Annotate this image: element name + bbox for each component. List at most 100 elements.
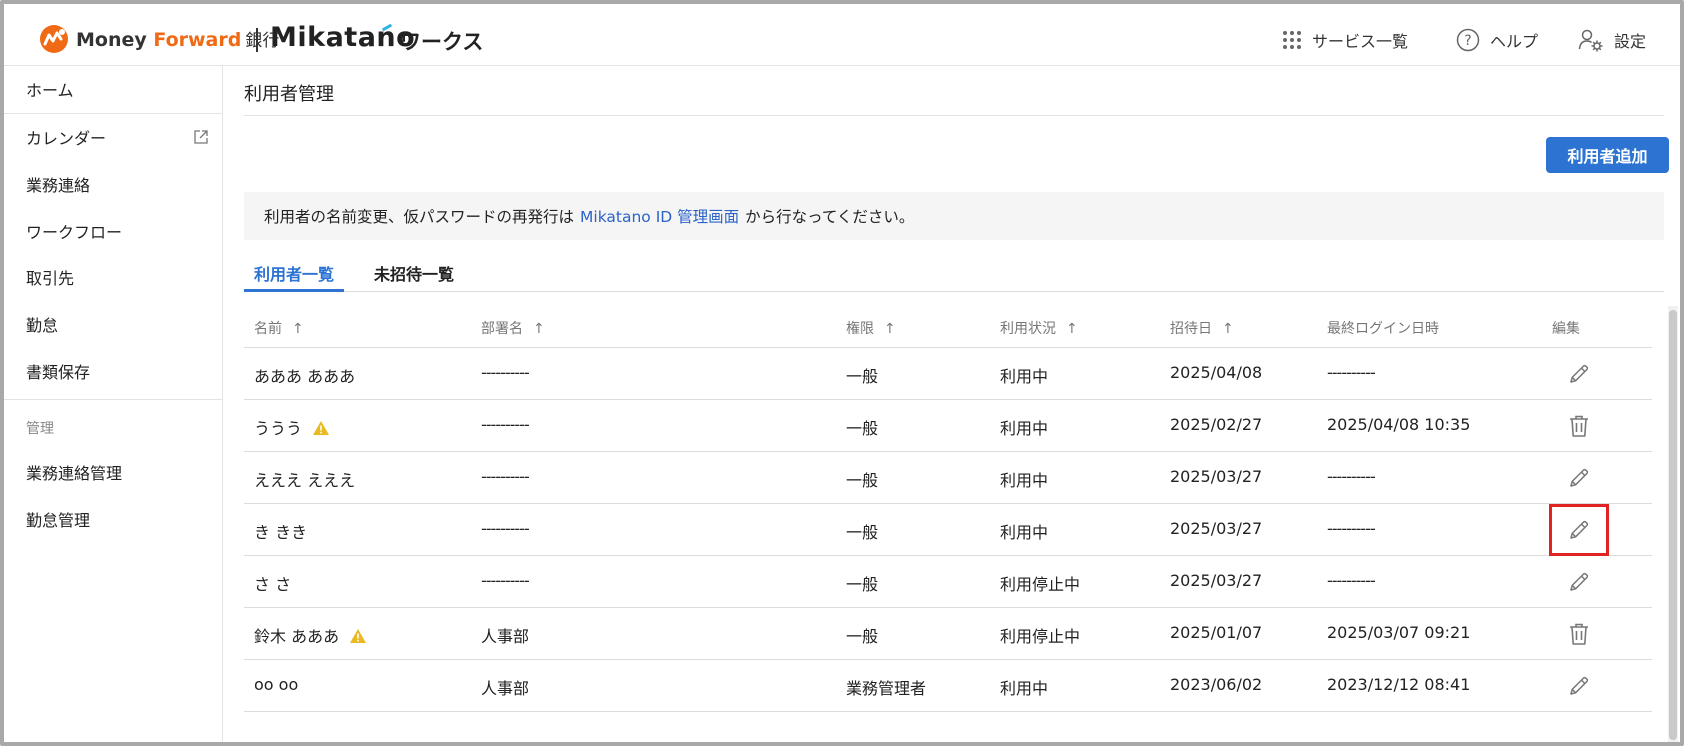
scrollbar-thumb[interactable] bbox=[1669, 310, 1677, 740]
cell-role: 業務管理者 bbox=[846, 675, 926, 699]
table-scrollbar[interactable] bbox=[1668, 306, 1678, 742]
cell-text: ---------- bbox=[481, 415, 530, 434]
cell-department: ---------- bbox=[481, 519, 530, 538]
tab-uninvited-list[interactable]: 未招待一覧 bbox=[364, 257, 464, 292]
table-row: ううう ---------- 一般 利用中 2025/02/27 2025/04/08 1… bbox=[244, 400, 1652, 452]
cell-name: き きき bbox=[254, 519, 307, 543]
add-user-button[interactable]: 利用者追加 bbox=[1546, 137, 1669, 173]
cell-text: 一般 bbox=[846, 471, 879, 490]
edit-user-button[interactable] bbox=[1549, 504, 1609, 556]
cell-last-login: ---------- bbox=[1327, 467, 1376, 486]
brand-mikatano: Mikatano bbox=[270, 22, 416, 53]
cell-text: 2025/02/27 bbox=[1170, 415, 1263, 434]
page-title: 利用者管理 bbox=[244, 84, 334, 105]
brand-separator bbox=[256, 28, 258, 52]
warning-triangle-icon bbox=[313, 421, 330, 435]
column-header-invited[interactable]: 招待日 ↑ bbox=[1170, 318, 1234, 338]
pencil-icon bbox=[1570, 676, 1589, 695]
cell-role: 一般 bbox=[846, 519, 878, 543]
cell-text: えええ えええ bbox=[254, 471, 356, 490]
title-divider bbox=[244, 115, 1664, 116]
edit-user-button[interactable] bbox=[1549, 660, 1609, 712]
sidebar-item-calendar[interactable]: カレンダー bbox=[4, 114, 223, 160]
cell-last-login: 2025/04/08 10:35 bbox=[1327, 415, 1470, 434]
cell-invited: 2025/04/08 bbox=[1170, 363, 1262, 382]
brand-name: Money Forward 銀行 bbox=[76, 26, 279, 51]
column-header-label: 部署名 bbox=[481, 321, 523, 337]
cell-last-login: ---------- bbox=[1327, 571, 1376, 590]
cell-invited: 2025/02/27 bbox=[1170, 415, 1262, 434]
column-header-label: 招待日 bbox=[1170, 321, 1212, 337]
column-header-department[interactable]: 部署名 ↑ bbox=[481, 318, 545, 338]
help-label: ヘルプ bbox=[1490, 32, 1539, 51]
sidebar-item-clients[interactable]: 取引先 bbox=[4, 254, 223, 300]
edit-user-button[interactable] bbox=[1549, 348, 1609, 400]
sidebar-item-business-notice-admin[interactable]: 業務連絡管理 bbox=[4, 449, 223, 495]
cell-text: ううう bbox=[254, 419, 303, 438]
cell-name: さ さ bbox=[254, 571, 291, 595]
grid-dots-icon bbox=[1283, 31, 1301, 49]
cell-text: 2023/06/02 bbox=[1170, 675, 1263, 694]
cell-department: ---------- bbox=[481, 415, 530, 434]
cell-invited: 2023/06/02 bbox=[1170, 675, 1262, 694]
svg-text:?: ? bbox=[1464, 33, 1471, 49]
sidebar-item-attendance-admin[interactable]: 勤怠管理 bbox=[4, 496, 223, 542]
sidebar-item-home[interactable]: ホーム bbox=[4, 66, 223, 112]
cell-status: 利用中 bbox=[1000, 519, 1048, 543]
top-header: Money Forward 銀行 Mikatano ワークス サービス一覧 ? ヘ… bbox=[4, 4, 1680, 66]
pencil-icon bbox=[1570, 364, 1589, 383]
info-notice: 利用者の名前変更、仮パスワードの再発行は Mikatano ID 管理画面 から… bbox=[244, 192, 1664, 240]
cell-name: 鈴木 あああ bbox=[254, 623, 367, 647]
cell-text: 利用中 bbox=[1000, 419, 1049, 438]
cell-text: き きき bbox=[254, 523, 308, 542]
cell-department: ---------- bbox=[481, 467, 530, 486]
column-header-name[interactable]: 名前 ↑ bbox=[254, 318, 304, 338]
delete-user-button[interactable] bbox=[1549, 400, 1609, 452]
cell-name: あああ あああ bbox=[254, 363, 355, 387]
trash-icon bbox=[1570, 623, 1588, 645]
cell-text: 利用中 bbox=[1000, 367, 1049, 386]
edit-user-button[interactable] bbox=[1549, 556, 1609, 608]
cell-department: 人事部 bbox=[481, 623, 529, 647]
cell-department: ---------- bbox=[481, 363, 530, 382]
user-tabs: 利用者一覧 未招待一覧 bbox=[244, 257, 1664, 292]
pencil-icon bbox=[1570, 572, 1589, 591]
cell-text: 利用停止中 bbox=[1000, 627, 1081, 646]
services-menu[interactable]: サービス一覧 bbox=[1282, 26, 1408, 54]
sidebar-item-business-notice[interactable]: 業務連絡 bbox=[4, 161, 223, 207]
cell-role: 一般 bbox=[846, 467, 878, 491]
column-header-role[interactable]: 権限 ↑ bbox=[846, 318, 896, 338]
cell-status: 利用中 bbox=[1000, 363, 1048, 387]
cell-text: 利用中 bbox=[1000, 471, 1049, 490]
tab-user-list[interactable]: 利用者一覧 bbox=[244, 257, 345, 292]
mikatano-id-link[interactable]: Mikatano ID 管理画面 bbox=[580, 205, 739, 227]
sort-arrow-icon: ↑ bbox=[292, 321, 304, 337]
cell-text: 2025/03/27 bbox=[1170, 467, 1263, 486]
cell-name: ううう bbox=[254, 415, 330, 439]
question-circle-icon: ? bbox=[1456, 28, 1480, 52]
sidebar-item-label: ホーム bbox=[26, 81, 74, 100]
cell-invited: 2025/03/27 bbox=[1170, 519, 1262, 538]
cell-status: 利用中 bbox=[1000, 415, 1048, 439]
sidebar-item-label: 勤怠管理 bbox=[26, 511, 91, 530]
cell-text: ---------- bbox=[1327, 467, 1376, 486]
cell-text: ---------- bbox=[481, 363, 530, 382]
edit-user-button[interactable] bbox=[1549, 452, 1609, 504]
sidebar-item-documents[interactable]: 書類保存 bbox=[4, 348, 223, 394]
cell-text: 業務管理者 bbox=[846, 679, 927, 698]
column-header-label: 利用状況 bbox=[1000, 321, 1056, 337]
cell-invited: 2025/01/07 bbox=[1170, 623, 1262, 642]
cell-status: 利用停止中 bbox=[1000, 571, 1080, 595]
cell-text: ---------- bbox=[481, 571, 530, 590]
column-header-label: 権限 bbox=[846, 321, 874, 337]
delete-user-button[interactable] bbox=[1549, 608, 1609, 660]
settings-menu[interactable]: 設定 bbox=[1578, 26, 1646, 54]
sidebar-item-attendance[interactable]: 勤怠 bbox=[4, 301, 223, 347]
warning-triangle-icon bbox=[350, 629, 367, 643]
cell-text: ---------- bbox=[481, 519, 530, 538]
column-header-status[interactable]: 利用状況 ↑ bbox=[1000, 318, 1078, 338]
cell-text: 一般 bbox=[846, 367, 879, 386]
user-gear-icon bbox=[1578, 29, 1603, 52]
sidebar-item-workflow[interactable]: ワークフロー bbox=[4, 208, 223, 254]
help-menu[interactable]: ? ヘルプ bbox=[1456, 26, 1538, 54]
